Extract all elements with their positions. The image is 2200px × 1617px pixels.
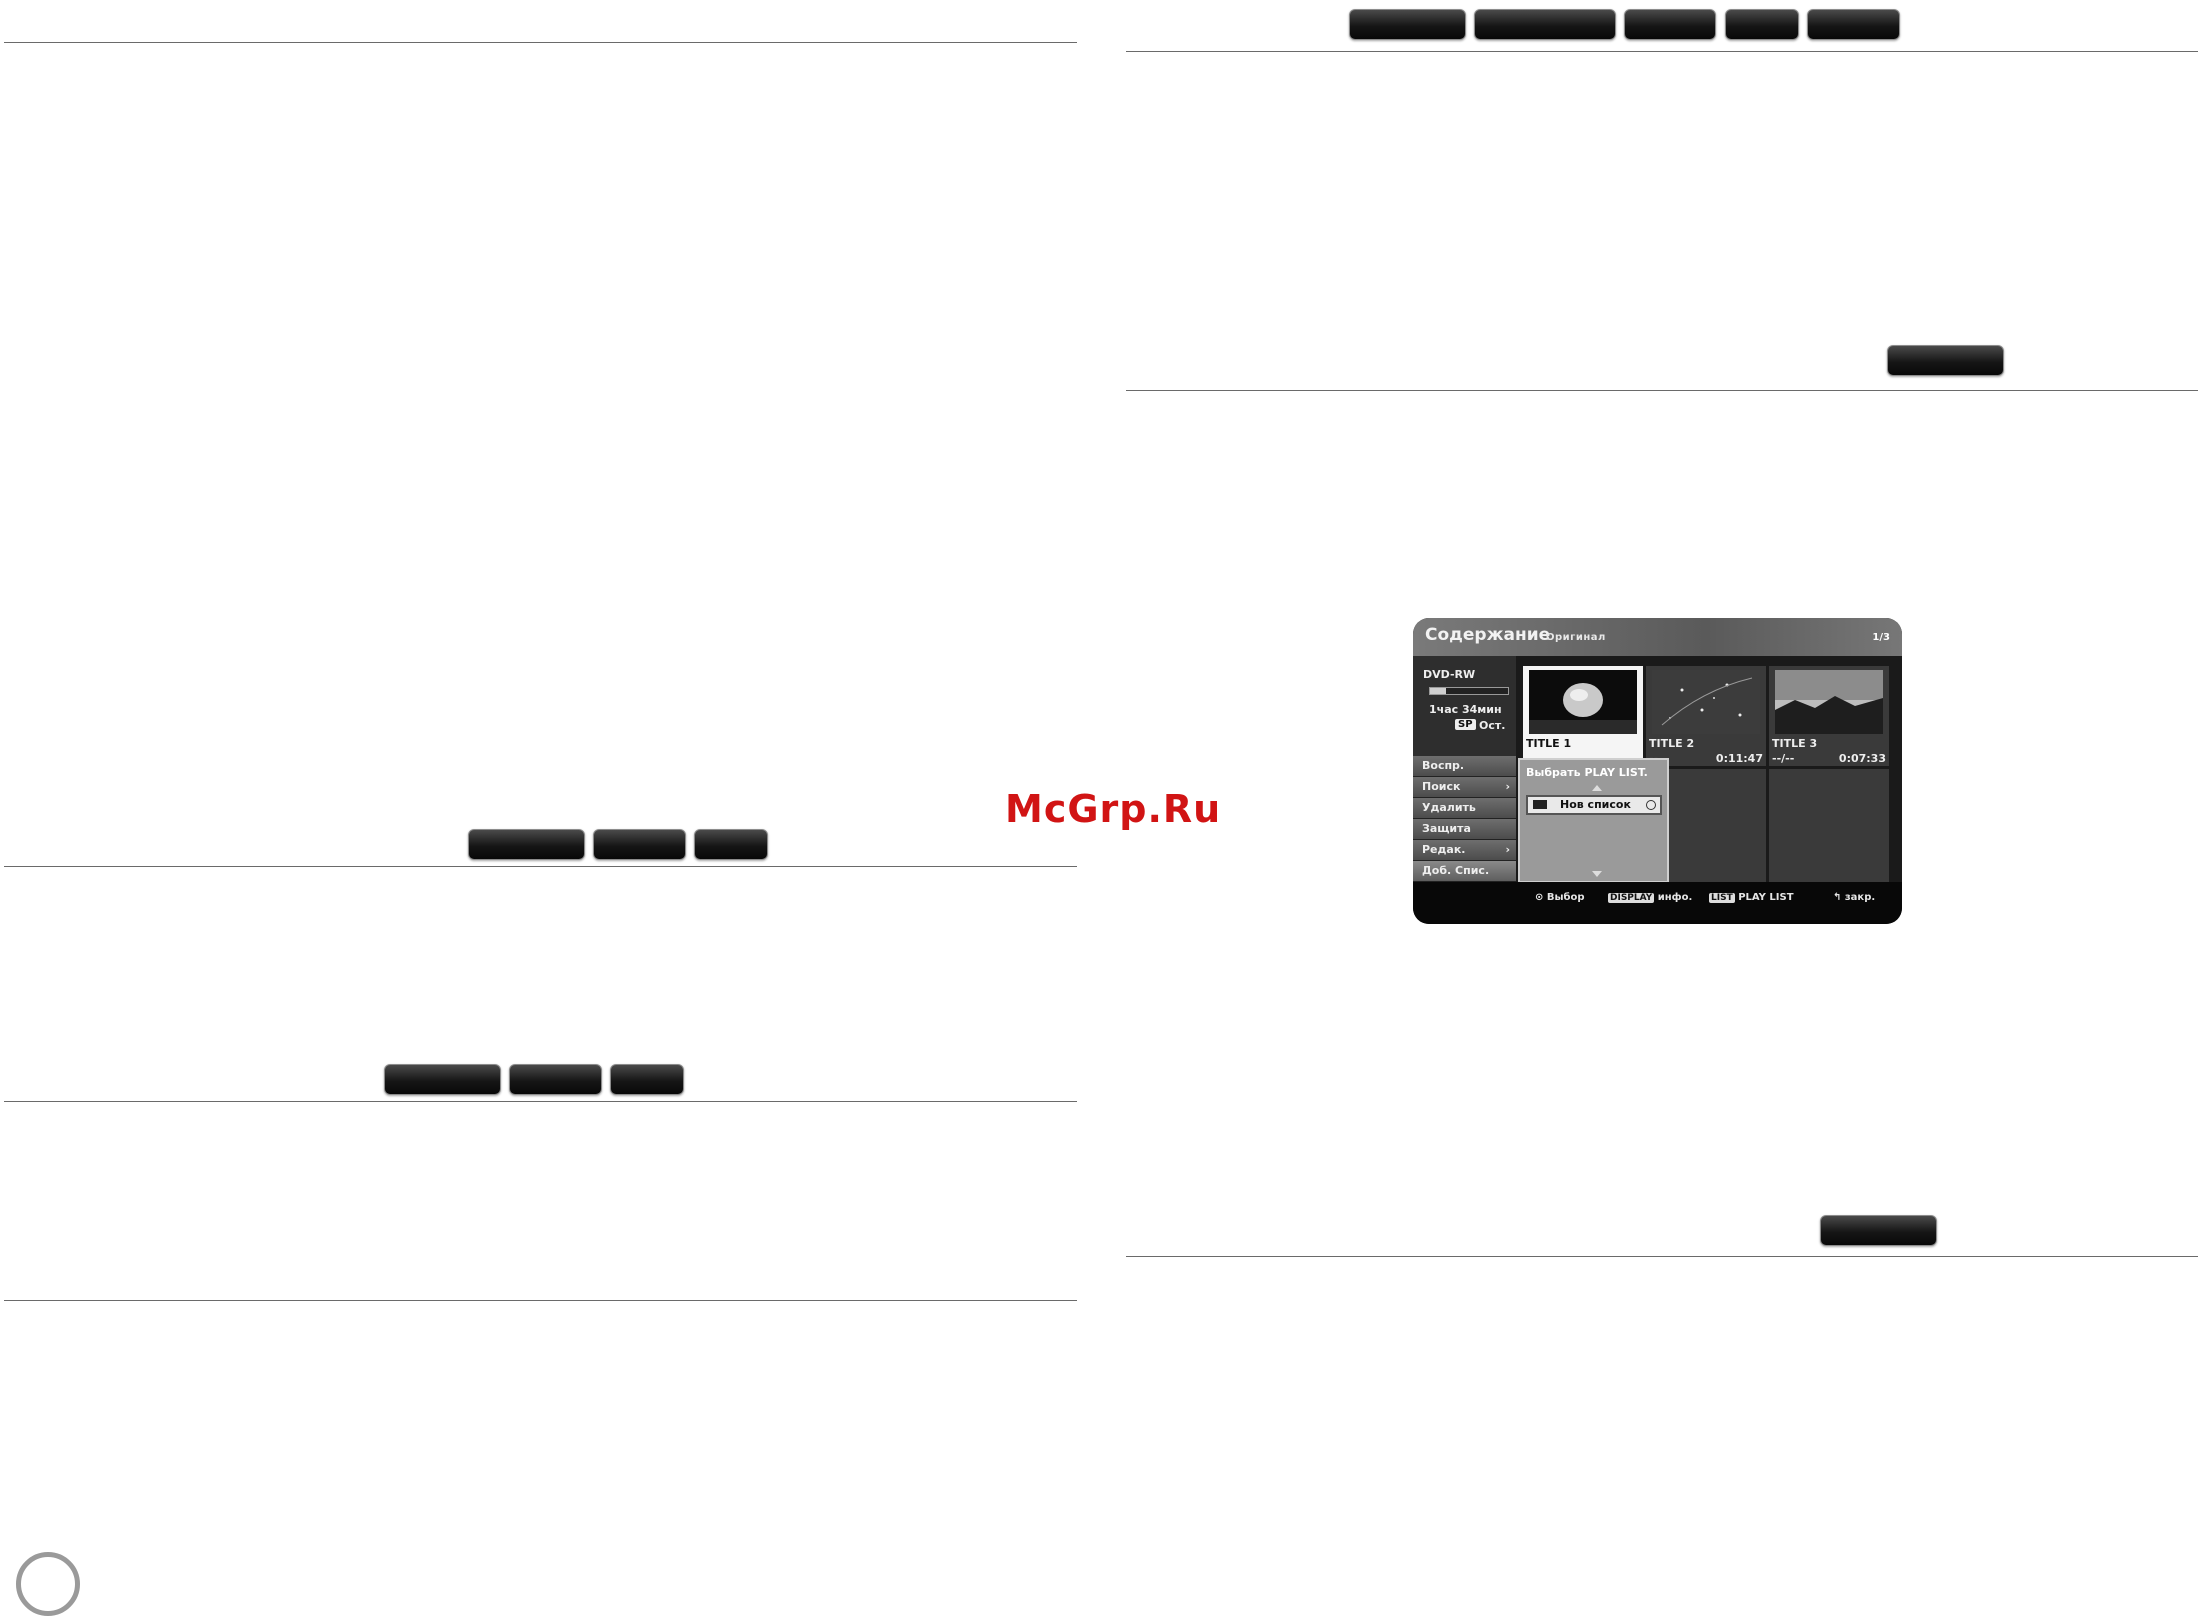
osd-title-label: TITLE 2 — [1649, 737, 1695, 750]
disc-badge — [1349, 9, 1466, 40]
osd-title-cell-1[interactable]: TITLE 1 — [1523, 666, 1643, 766]
left-rule-3 — [4, 1101, 1077, 1102]
disc-badge — [509, 1064, 602, 1095]
left-rule-top — [4, 42, 1077, 43]
osd-menu-edit[interactable]: Редак. › — [1413, 840, 1516, 861]
osd-menu-protect[interactable]: Защита — [1413, 819, 1516, 840]
osd-playlist-popup: Выбрать PLAY LIST. Нов список — [1518, 758, 1669, 883]
osd-popup-title: Выбрать PLAY LIST. — [1526, 766, 1648, 779]
chevron-right-icon: › — [1505, 780, 1510, 793]
osd-subtitle: Оригинал — [1546, 632, 1606, 643]
osd-title-duration: 0:07:33 — [1838, 752, 1886, 765]
osd-menu-delete[interactable]: Удалить — [1413, 798, 1516, 819]
disc-badge — [1887, 345, 2004, 376]
disc-badge — [1474, 9, 1616, 40]
arrow-down-icon — [1592, 871, 1602, 877]
ok-icon — [1646, 800, 1656, 810]
osd-title: Содержание — [1425, 625, 1551, 645]
thumbnail-sparkle-icon — [1652, 670, 1760, 734]
disc-badge — [1725, 9, 1799, 40]
osd-footer-display: DISPLAY инфо. — [1608, 892, 1693, 903]
right-rule-2 — [1126, 390, 2198, 391]
osd-footer-list: LIST PLAY LIST — [1709, 892, 1794, 903]
osd-remaining-time: 1час 34мин — [1429, 703, 1502, 716]
osd-disc-usage-fill — [1430, 688, 1446, 694]
thumbnail-landscape-icon — [1775, 670, 1883, 734]
osd-record-mode: SP — [1455, 719, 1476, 730]
return-icon: ↰ — [1833, 892, 1842, 903]
disc-badge — [1624, 9, 1716, 40]
osd-footer-close: ↰ закр. — [1833, 892, 1876, 903]
osd-menu-add-list[interactable]: Доб. Спис. — [1413, 861, 1516, 882]
arrow-up-icon — [1592, 785, 1602, 791]
osd-footer: ⊙ Выбор DISPLAY инфо. LIST PLAY LIST ↰ з… — [1413, 882, 1902, 924]
display-key: DISPLAY — [1608, 893, 1655, 903]
left-rule-2 — [4, 866, 1077, 867]
new-list-button[interactable]: Нов список — [1526, 795, 1662, 815]
osd-menu-search[interactable]: Поиск › — [1413, 777, 1516, 798]
list-key: LIST — [1709, 893, 1735, 903]
osd-menu-play[interactable]: Воспр. — [1413, 756, 1516, 777]
right-rule-top — [1126, 51, 2198, 52]
thumbnail-balloon-icon — [1529, 670, 1637, 734]
osd-title-duration: 0:11:47 — [1715, 752, 1763, 765]
osd-footer-select: ⊙ Выбор — [1535, 892, 1585, 903]
page-number-ring — [16, 1552, 80, 1616]
osd-screenshot: Содержание Оригинал 1/3 DVD-RW 1час 34ми… — [1413, 618, 1902, 924]
osd-title-cell-2[interactable]: TITLE 2 -- 0:11:47 — [1646, 666, 1766, 766]
disc-badge — [1820, 1215, 1937, 1246]
osd-title-date: --/-- — [1772, 752, 1795, 765]
disc-badge — [468, 829, 585, 860]
osd-disc-usage-bar — [1429, 687, 1509, 695]
playlist-icon — [1533, 800, 1547, 809]
disc-badge — [610, 1064, 684, 1095]
left-rule-4 — [4, 1300, 1077, 1301]
disc-badge — [384, 1064, 501, 1095]
chevron-right-icon: › — [1505, 843, 1510, 856]
osd-title-label: TITLE 1 — [1526, 737, 1572, 750]
osd-title-cell-3[interactable]: TITLE 3 --/-- 0:07:33 — [1769, 666, 1889, 766]
disc-badge — [1807, 9, 1900, 40]
osd-remaining-label: Ост. — [1479, 719, 1506, 732]
osd-empty-cell — [1769, 769, 1889, 882]
osd-page-indicator: 1/3 — [1872, 632, 1890, 643]
watermark: McGrp.Ru — [1005, 787, 1222, 831]
select-icon: ⊙ — [1535, 892, 1544, 903]
osd-header: Содержание Оригинал 1/3 — [1413, 618, 1902, 656]
osd-menu: Воспр. Поиск › Удалить Защита Редак. › Доб… — [1413, 756, 1516, 882]
disc-badge — [593, 829, 686, 860]
disc-badge — [694, 829, 768, 860]
right-rule-3 — [1126, 1256, 2198, 1257]
osd-title-label: TITLE 3 — [1772, 737, 1818, 750]
osd-disc-type: DVD-RW — [1423, 668, 1476, 681]
